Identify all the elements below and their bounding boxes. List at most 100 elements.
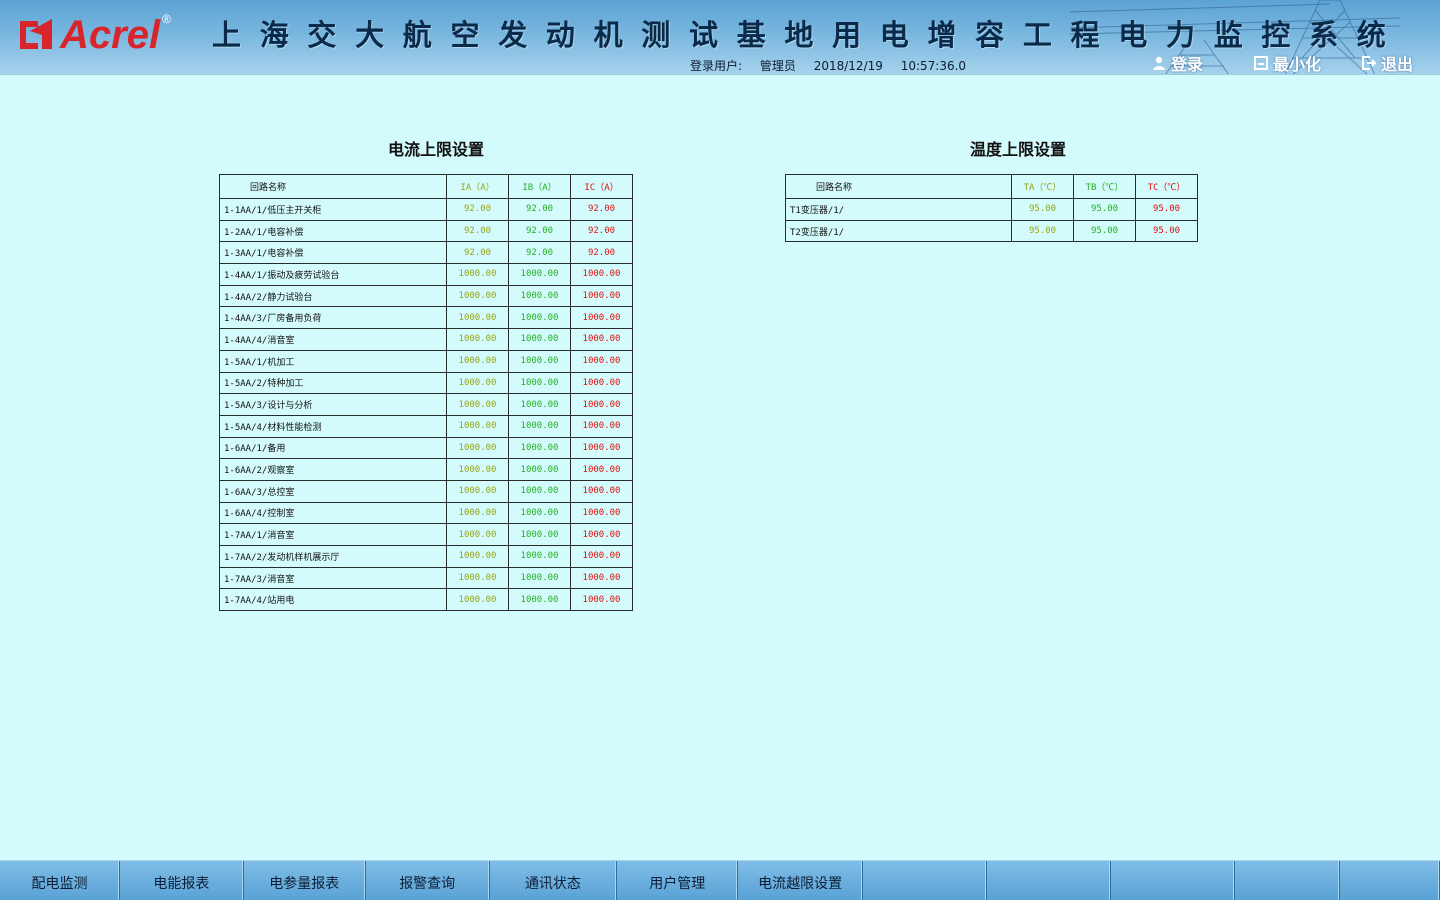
table-row: 1-1AA/1/低压主开关柜 92.00 92.00 92.00 <box>219 198 633 221</box>
temperature-limit-title: 温度上限设置 <box>970 140 1067 159</box>
ib-limit-cell[interactable]: 92.00 <box>508 198 571 221</box>
app-title: 上海交大航空发动机测试基地用电增容工程电力监控系统 <box>212 18 1405 52</box>
nav-item-7[interactable]: 电流越限设置 <box>738 861 864 900</box>
tc-limit-cell[interactable]: 95.00 <box>1135 198 1198 221</box>
ic-limit-cell[interactable]: 1000.00 <box>570 523 633 546</box>
table-header-row: 回路名称 TA（℃） TB（℃） TC（℃） <box>785 174 1198 199</box>
ia-limit-cell[interactable]: 1000.00 <box>446 328 509 351</box>
ic-limit-cell[interactable]: 1000.00 <box>570 371 633 395</box>
ib-limit-cell[interactable]: 1000.00 <box>508 545 571 568</box>
ic-limit-cell[interactable]: 1000.00 <box>570 545 633 568</box>
ia-limit-cell[interactable]: 1000.00 <box>446 306 509 330</box>
ia-limit-cell[interactable]: 1000.00 <box>446 371 509 395</box>
table-row: 1-7AA/1/消音室 1000.00 1000.00 1000.00 <box>219 523 633 546</box>
ia-limit-cell[interactable]: 1000.00 <box>446 436 509 460</box>
ib-limit-cell[interactable]: 1000.00 <box>508 371 571 395</box>
ic-limit-cell[interactable]: 92.00 <box>570 198 633 221</box>
ia-limit-cell[interactable]: 1000.00 <box>446 545 509 568</box>
ib-limit-cell[interactable]: 1000.00 <box>508 393 571 416</box>
ic-limit-cell[interactable]: 1000.00 <box>570 501 633 525</box>
ia-limit-cell[interactable]: 1000.00 <box>446 393 509 416</box>
nav-item-6[interactable]: 用户管理 <box>617 861 739 900</box>
minimize-label: 最小化 <box>1273 55 1322 74</box>
ic-limit-cell[interactable]: 1000.00 <box>570 566 633 590</box>
ic-limit-cell[interactable]: 1000.00 <box>570 414 633 438</box>
table-row: 1-6AA/3/总控室 1000.00 1000.00 1000.00 <box>219 479 633 503</box>
ia-limit-cell[interactable]: 92.00 <box>446 241 509 265</box>
ib-limit-cell[interactable]: 1000.00 <box>508 523 571 546</box>
minimize-icon <box>1254 56 1268 70</box>
ib-limit-cell[interactable]: 92.00 <box>508 219 571 243</box>
ta-limit-cell[interactable]: 95.00 <box>1011 198 1074 221</box>
ic-limit-cell[interactable]: 1000.00 <box>570 306 633 330</box>
tb-limit-cell[interactable]: 95.00 <box>1073 219 1136 243</box>
ic-limit-cell[interactable]: 1000.00 <box>570 263 633 286</box>
ia-limit-cell[interactable]: 1000.00 <box>446 263 509 286</box>
ib-limit-cell[interactable]: 1000.00 <box>508 306 571 330</box>
table-row: 1-5AA/2/特种加工 1000.00 1000.00 1000.00 <box>219 371 633 395</box>
exit-button[interactable]: 退出 <box>1362 53 1413 74</box>
table-row: 1-7AA/4/站用电 1000.00 1000.00 1000.00 <box>219 588 633 612</box>
ic-limit-cell[interactable]: 1000.00 <box>570 588 633 612</box>
ic-limit-cell[interactable]: 1000.00 <box>570 328 633 351</box>
ic-limit-cell[interactable]: 1000.00 <box>570 436 633 460</box>
ia-limit-cell[interactable]: 1000.00 <box>446 458 509 481</box>
ib-limit-cell[interactable]: 1000.00 <box>508 328 571 351</box>
tc-limit-cell[interactable]: 95.00 <box>1135 219 1198 243</box>
nav-item-2[interactable]: 电能报表 <box>120 861 244 900</box>
column-header-ia: IA（A） <box>446 174 509 199</box>
nav-item-5[interactable]: 通讯状态 <box>490 861 618 900</box>
ic-limit-cell[interactable]: 1000.00 <box>570 284 633 308</box>
circuit-name-cell: 1-5AA/4/材料性能检测 <box>219 414 447 438</box>
nav-item-4[interactable]: 报警查询 <box>366 861 490 900</box>
ib-limit-cell[interactable]: 1000.00 <box>508 479 571 503</box>
ib-limit-cell[interactable]: 1000.00 <box>508 566 571 590</box>
ic-limit-cell[interactable]: 92.00 <box>570 241 633 265</box>
ic-limit-cell[interactable]: 1000.00 <box>570 349 633 373</box>
ic-limit-cell[interactable]: 1000.00 <box>570 458 633 481</box>
ic-limit-cell[interactable]: 1000.00 <box>570 393 633 416</box>
ib-limit-cell[interactable]: 1000.00 <box>508 414 571 438</box>
ic-limit-cell[interactable]: 1000.00 <box>570 479 633 503</box>
nav-item-3[interactable]: 电参量报表 <box>244 861 366 900</box>
nav-item-1[interactable]: 配电监测 <box>0 861 120 900</box>
logo-text: Acrel <box>60 13 161 57</box>
ib-limit-cell[interactable]: 1000.00 <box>508 458 571 481</box>
table-header-row: 回路名称 IA（A） IB（A） IC（A） <box>219 174 633 199</box>
login-button[interactable]: 登录 <box>1152 53 1203 74</box>
ib-limit-cell[interactable]: 1000.00 <box>508 284 571 308</box>
ia-limit-cell[interactable]: 1000.00 <box>446 566 509 590</box>
ib-limit-cell[interactable]: 1000.00 <box>508 263 571 286</box>
minimize-button[interactable]: 最小化 <box>1254 53 1322 74</box>
ib-limit-cell[interactable]: 92.00 <box>508 241 571 265</box>
ia-limit-cell[interactable]: 1000.00 <box>446 501 509 525</box>
ia-limit-cell[interactable]: 1000.00 <box>446 284 509 308</box>
nav-item-empty <box>863 861 987 900</box>
ic-limit-cell[interactable]: 92.00 <box>570 219 633 243</box>
user-info-bar: 登录用户: 管理员 2018/12/19 10:57:36.0 <box>690 57 966 74</box>
ib-limit-cell[interactable]: 1000.00 <box>508 349 571 373</box>
ia-limit-cell[interactable]: 1000.00 <box>446 414 509 438</box>
ia-limit-cell[interactable]: 92.00 <box>446 219 509 243</box>
header-bar: Acrel ® 上海交大航空发动机测试基地用电增容工程电力监控系统 登录用户: … <box>0 0 1440 75</box>
circuit-name-cell: 1-6AA/4/控制室 <box>219 501 447 525</box>
ib-limit-cell[interactable]: 1000.00 <box>508 436 571 460</box>
circuit-name-cell: 1-5AA/2/特种加工 <box>219 371 447 395</box>
table-row: 1-4AA/2/静力试验台 1000.00 1000.00 1000.00 <box>219 284 633 308</box>
ia-limit-cell[interactable]: 1000.00 <box>446 349 509 373</box>
column-header-tb: TB（℃） <box>1073 174 1136 199</box>
circuit-name-cell: 1-7AA/3/消音室 <box>219 566 447 590</box>
ia-limit-cell[interactable]: 1000.00 <box>446 588 509 612</box>
tb-limit-cell[interactable]: 95.00 <box>1073 198 1136 221</box>
ta-limit-cell[interactable]: 95.00 <box>1011 219 1074 243</box>
ia-limit-cell[interactable]: 1000.00 <box>446 523 509 546</box>
nav-item-empty <box>1340 861 1440 900</box>
current-time: 10:57:36.0 <box>900 59 967 73</box>
ib-limit-cell[interactable]: 1000.00 <box>508 588 571 612</box>
circuit-name-cell: 1-7AA/1/消音室 <box>219 523 447 546</box>
ia-limit-cell[interactable]: 92.00 <box>446 198 509 221</box>
table-row: T1变压器/1/95.00 95.00 95.00 <box>785 198 1198 221</box>
ia-limit-cell[interactable]: 1000.00 <box>446 479 509 503</box>
ib-limit-cell[interactable]: 1000.00 <box>508 501 571 525</box>
column-header-ic: IC（A） <box>570 174 633 199</box>
